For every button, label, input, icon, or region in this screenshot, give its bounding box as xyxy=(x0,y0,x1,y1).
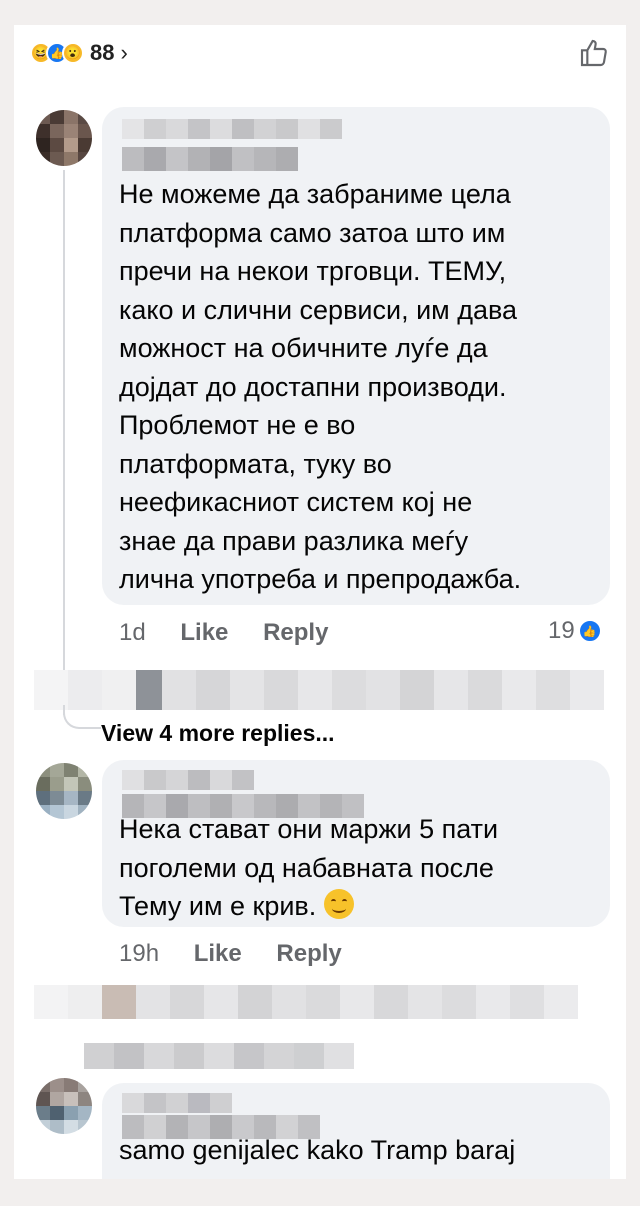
comment-text: Нека стават они маржи 5 пати поголеми од… xyxy=(119,814,499,921)
thread-connector xyxy=(63,705,101,729)
avatar[interactable] xyxy=(36,1078,92,1134)
like-button[interactable]: Like xyxy=(180,619,228,646)
like-thumb-icon[interactable] xyxy=(578,37,610,74)
like-count: 19 xyxy=(548,617,575,644)
author-name-blur xyxy=(122,147,298,171)
author-name[interactable] xyxy=(122,770,254,790)
comments-card: 😆 👍 😮 88 › Не можеме да забраниме цела п… xyxy=(14,25,626,1179)
author-name[interactable] xyxy=(122,1093,232,1113)
comment-meta: 19h Like Reply xyxy=(119,940,342,968)
comment-like-count[interactable]: 19 👍 xyxy=(548,617,602,645)
like-icon: 👍 xyxy=(577,619,602,643)
timestamp[interactable]: 1d xyxy=(119,619,146,646)
comment-meta: 1d Like Reply xyxy=(119,619,328,647)
chevron-right-icon: › xyxy=(120,40,128,65)
reaction-summary[interactable]: 😆 👍 😮 88 › xyxy=(30,39,128,67)
timestamp[interactable]: 19h xyxy=(119,940,159,967)
avatar[interactable] xyxy=(36,110,92,166)
view-more-replies[interactable]: View 4 more replies... xyxy=(101,720,335,747)
wow-icon: 😮 xyxy=(62,42,84,64)
avatar[interactable] xyxy=(36,763,92,819)
reply-button[interactable]: Reply xyxy=(276,940,341,967)
reply-button[interactable]: Reply xyxy=(263,619,328,646)
blurred-reply xyxy=(34,670,604,710)
reaction-count: 88 xyxy=(90,40,115,65)
smiling-face-icon xyxy=(323,889,354,919)
like-button[interactable]: Like xyxy=(194,940,242,967)
blurred-reply xyxy=(34,985,578,1019)
comment-text: samo genijalec kako Tramp baraj xyxy=(119,1135,516,1165)
author-name[interactable] xyxy=(122,119,342,139)
comment-text: Не можеме да забраниме цела платформа са… xyxy=(119,179,522,594)
blurred-reply xyxy=(84,1043,354,1069)
thread-line xyxy=(63,170,65,715)
